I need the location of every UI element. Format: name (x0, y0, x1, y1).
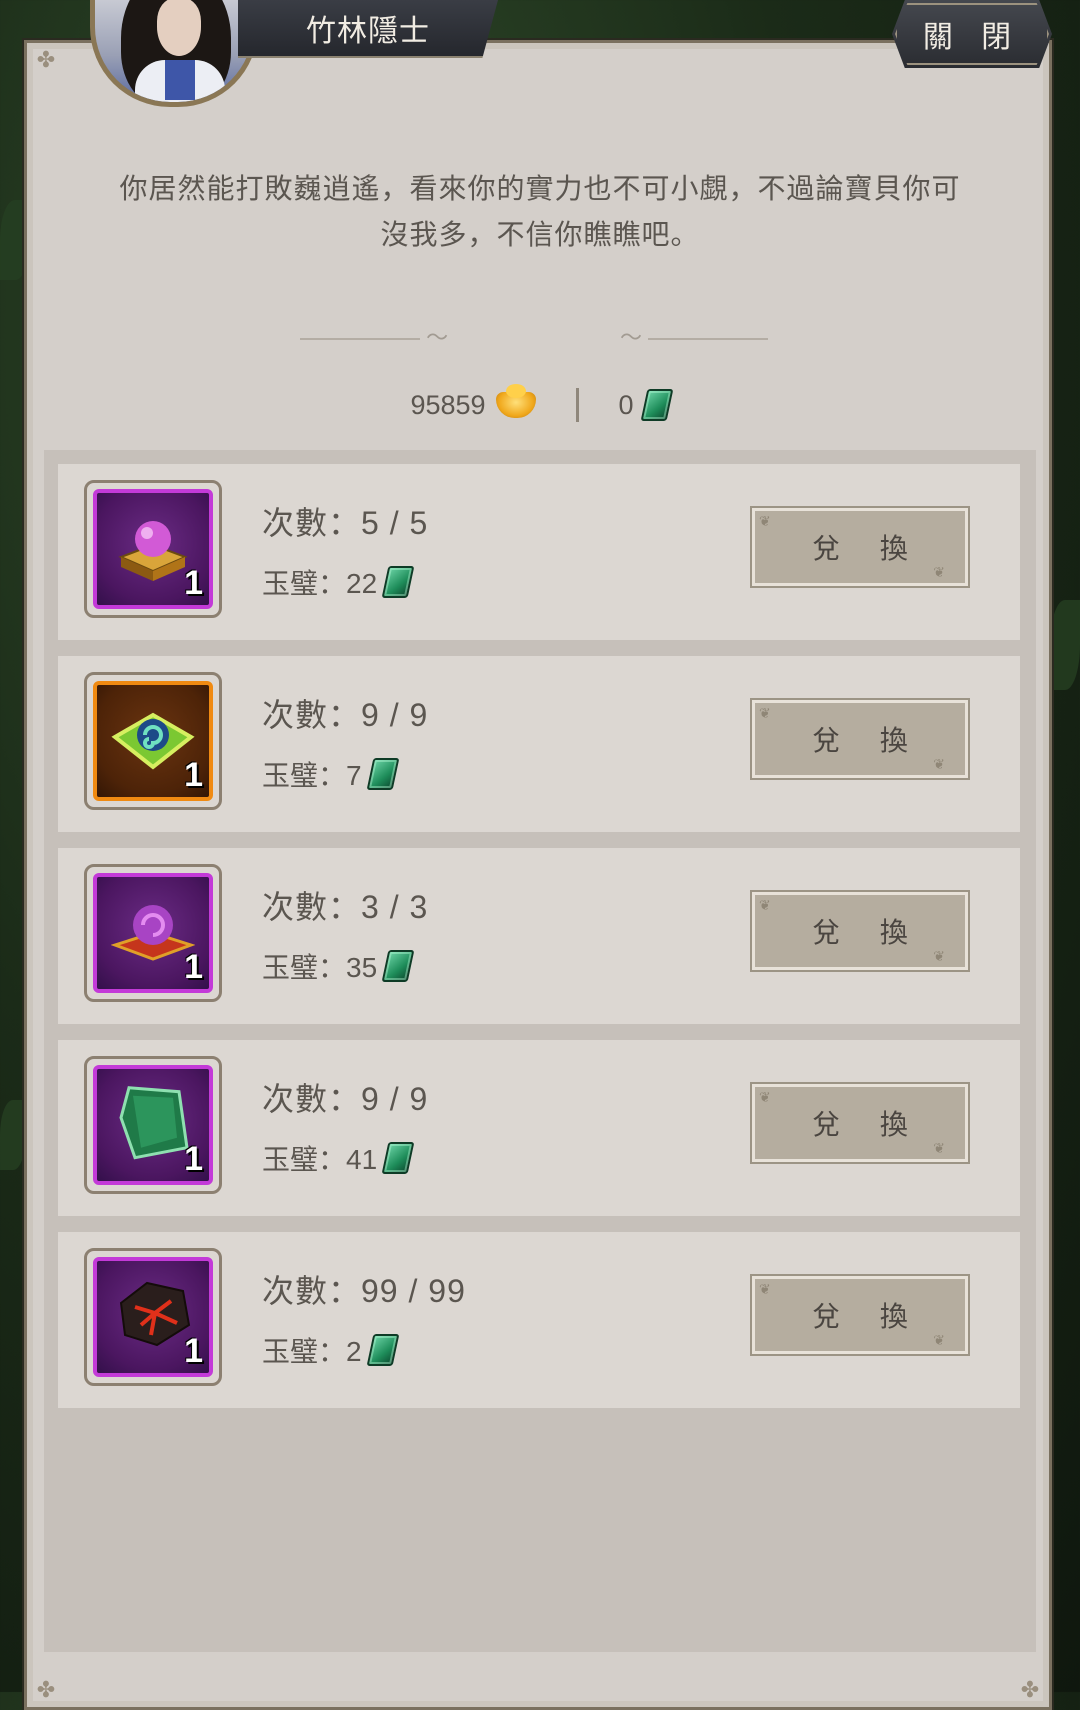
exchange-row: 1 次數：5 / 5 玉璧：22 兌 換 (58, 464, 1020, 640)
item-slot[interactable]: 1 (84, 1248, 222, 1386)
exchange-row: 1 次數：99 / 99 玉璧：2 兌 換 (58, 1232, 1020, 1408)
price-label: 玉璧：2 (262, 1336, 362, 1367)
jade-token-icon (640, 389, 673, 421)
item-quantity: 1 (184, 1332, 203, 1370)
close-button[interactable]: 關 閉 (892, 0, 1052, 68)
exchange-row: 1 次數：3 / 3 玉璧：35 兌 換 (58, 848, 1020, 1024)
jade-token-icon (381, 566, 415, 598)
exchange-button[interactable]: 兌 換 (752, 892, 968, 970)
item-slot[interactable]: 1 (84, 480, 222, 618)
price-label: 玉璧：35 (262, 952, 378, 983)
exchange-price: 玉璧：7 (262, 754, 399, 794)
exchange-count: 次數：3 / 3 (262, 889, 429, 925)
exchange-price: 玉璧：2 (262, 1330, 399, 1370)
item-quantity: 1 (184, 756, 203, 794)
divider-ornament-right: ～ (620, 320, 769, 350)
purple-orb-red-stand-icon (111, 905, 195, 961)
currency-bar: 95859 0 (0, 380, 1080, 430)
lava-rock-icon (119, 1281, 191, 1347)
price-label: 玉璧：22 (262, 568, 378, 599)
item-slot[interactable]: 1 (84, 864, 222, 1002)
item-slot[interactable]: 1 (84, 1056, 222, 1194)
exchange-price: 玉璧：35 (262, 946, 415, 986)
exchange-count: 次數：5 / 5 (262, 505, 429, 541)
jade-token-icon (381, 1142, 415, 1174)
dialogue-line-2: 沒我多，不信你瞧瞧吧。 (380, 219, 700, 250)
gold-amount: 95859 (410, 389, 486, 420)
item-quantity: 1 (184, 948, 203, 986)
exchange-price: 玉璧：22 (262, 562, 415, 602)
divider-ornament-left: ～ (300, 320, 448, 350)
currency-separator (575, 388, 579, 422)
exchange-count: 次數：99 / 99 (262, 1273, 466, 1309)
exchange-count: 次數：9 / 9 (262, 1081, 429, 1117)
exchange-button[interactable]: 兌 換 (752, 1084, 968, 1162)
panel-corner-ornament: ✤ (36, 1677, 56, 1702)
npc-dialogue: 你居然能打敗巍逍遙，看來你的實力也不可小覷，不過論寶貝你可 沒我多，不信你瞧瞧吧… (80, 166, 1000, 258)
item-slot[interactable]: 1 (84, 672, 222, 810)
green-spiral-orb-icon (111, 712, 195, 770)
npc-name: 竹林隱士 (238, 0, 498, 58)
gold-ingot-icon (495, 384, 536, 418)
exchange-button[interactable]: 兌 換 (752, 1276, 968, 1354)
jade-token-icon (366, 1334, 399, 1366)
purple-orb-altar-icon (118, 521, 188, 581)
exchange-button[interactable]: 兌 換 (752, 700, 968, 778)
price-label: 玉璧：7 (262, 760, 362, 791)
panel-corner-ornament: ✤ (1020, 1677, 1040, 1702)
exchange-row: 1 次數：9 / 9 玉璧：7 兌 換 (58, 656, 1020, 832)
item-quantity: 1 (184, 1140, 203, 1178)
exchange-price: 玉璧：41 (262, 1138, 415, 1178)
green-jade-stone-icon (119, 1086, 189, 1160)
exchange-row: 1 次數：9 / 9 玉璧：41 兌 換 (58, 1040, 1020, 1216)
jade-token-icon (366, 758, 399, 790)
exchange-list: 1 次數：5 / 5 玉璧：22 兌 換 1 次數：9 / 9 玉璧：7 (44, 450, 1036, 1652)
item-quantity: 1 (184, 564, 203, 602)
background-leaf (1050, 600, 1080, 690)
jade-token-icon (381, 950, 415, 982)
exchange-count: 次數：9 / 9 (262, 697, 429, 733)
background-leaf (0, 1100, 26, 1170)
exchange-button[interactable]: 兌 換 (752, 508, 968, 586)
panel-corner-ornament: ✤ (36, 47, 56, 72)
price-label: 玉璧：41 (262, 1144, 378, 1175)
dialogue-line-1: 你居然能打敗巍逍遙，看來你的實力也不可小覷，不過論寶貝你可 (119, 173, 961, 204)
jade-amount: 0 (618, 389, 634, 420)
